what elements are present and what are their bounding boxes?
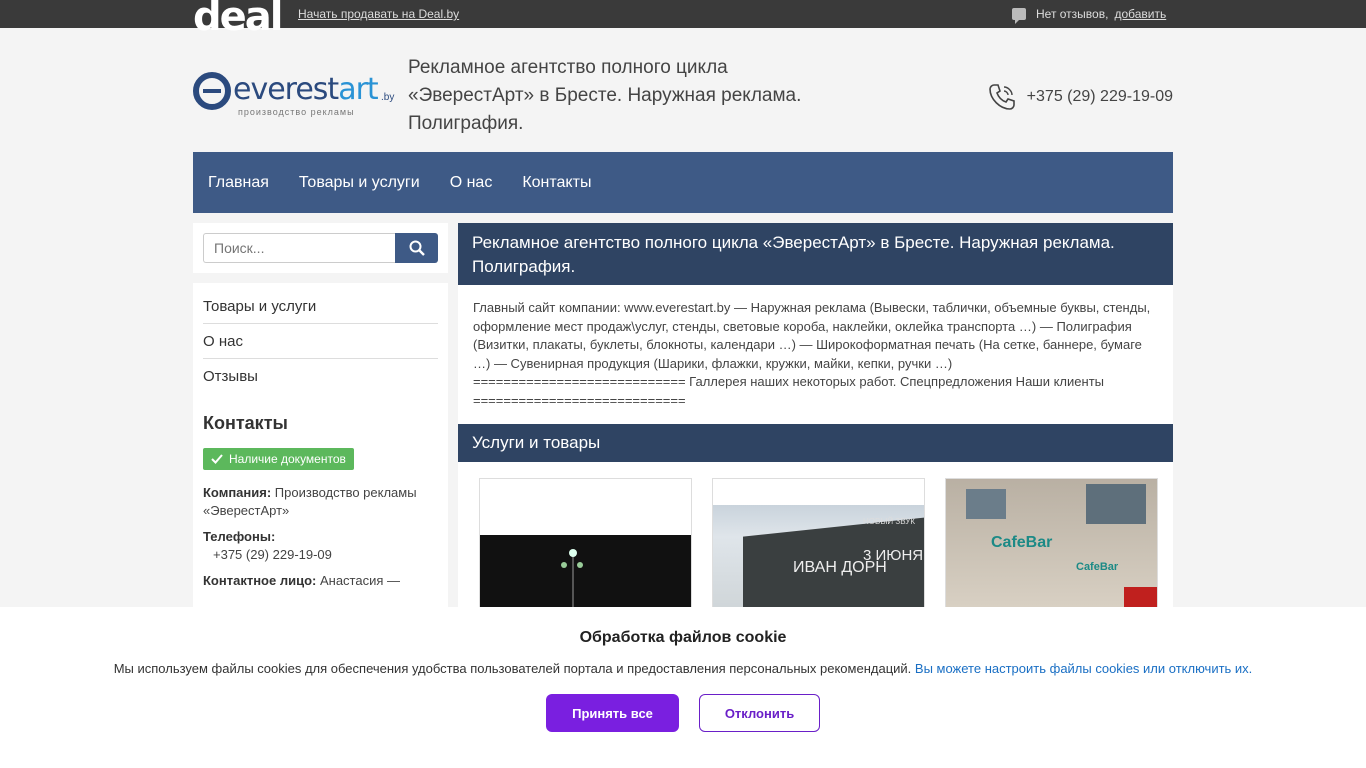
phones-label: Телефоны:: [203, 529, 276, 544]
cookie-buttons: Принять все Отклонить: [0, 694, 1366, 732]
topbar: deal Начать продавать на Deal.by Нет отз…: [0, 0, 1366, 37]
logo-domain: .by: [381, 92, 395, 103]
add-review-link[interactable]: добавить: [1114, 7, 1166, 21]
contact-person-label: Контактное лицо:: [203, 573, 317, 588]
phone-icon: [987, 82, 1017, 112]
search-button[interactable]: [395, 233, 438, 263]
company-description: Главный сайт компании: www.everestart.by…: [458, 285, 1173, 424]
decline-cookies-button[interactable]: Отклонить: [699, 694, 820, 732]
phone-number: +375 (29) 229-19-09: [1026, 88, 1173, 105]
cookie-settings-link[interactable]: Вы можете настроить файлы cookies или от…: [915, 661, 1252, 676]
sidebar-item-reviews[interactable]: Отзывы: [203, 359, 438, 393]
nav-item-contacts[interactable]: Контакты: [522, 174, 591, 192]
sidebar-item-about[interactable]: О нас: [203, 324, 438, 359]
main-nav: Главная Товары и услуги О нас Контакты: [193, 152, 1173, 213]
nav-item-products[interactable]: Товары и услуги: [299, 174, 420, 192]
check-icon: [211, 454, 223, 464]
reviews-text: Нет отзывов,: [1036, 7, 1109, 21]
product-image: CafeBar CafeBar: [946, 479, 1157, 611]
product-image: ИВАН ДОРН НОВЫЙ ЗВУК 3 ИЮНЯ: [713, 505, 924, 611]
site-header: everestart .by производство рекламы Рекл…: [193, 28, 1173, 150]
header-phone[interactable]: +375 (29) 229-19-09: [987, 82, 1173, 112]
deal-logo[interactable]: deal: [193, 0, 283, 37]
sidebar-item-products[interactable]: Товары и услуги: [203, 289, 438, 324]
reviews-info: Нет отзывов, добавить: [1012, 7, 1166, 24]
search-input[interactable]: [203, 233, 395, 263]
cookie-text-wrap: Мы используем файлы cookies для обеспече…: [0, 661, 1366, 676]
comment-icon: [1012, 8, 1026, 24]
company-logo[interactable]: everestart .by производство рекламы: [193, 72, 398, 118]
accept-cookies-button[interactable]: Принять все: [546, 694, 679, 732]
cookie-text: Мы используем файлы cookies для обеспече…: [113, 661, 912, 676]
nav-item-about[interactable]: О нас: [450, 174, 493, 192]
logo-tagline: производство рекламы: [238, 107, 355, 117]
product-image: [480, 535, 691, 611]
product-card[interactable]: CafeBar CafeBar: [945, 478, 1158, 612]
company-info: Компания: Производство рекламы «ЭверестА…: [203, 484, 438, 590]
contact-person-value: Анастасия —: [319, 573, 400, 588]
company-label: Компания:: [203, 485, 272, 500]
start-selling-link[interactable]: Начать продавать на Deal.by: [298, 7, 459, 21]
product-card[interactable]: ИВАН ДОРН НОВЫЙ ЗВУК 3 ИЮНЯ: [712, 478, 925, 612]
sidebar-menu: Товары и услуги О нас Отзывы: [203, 289, 438, 393]
product-card[interactable]: [479, 478, 692, 612]
header-title: Рекламное агентство полного цикла «Эвере…: [408, 57, 802, 134]
logo-e-mark: [193, 72, 231, 110]
page-title: Рекламное агентство полного цикла «Эвере…: [458, 223, 1173, 285]
section-heading: Услуги и товары: [458, 424, 1173, 462]
logo-word: everestart: [233, 72, 379, 107]
search-icon: [409, 240, 425, 256]
cookie-banner: Обработка файлов cookie Мы используем фа…: [0, 607, 1366, 768]
sidebar-phone[interactable]: +375 (29) 229-19-09: [203, 546, 438, 564]
products-grid: ИВАН ДОРН НОВЫЙ ЗВУК 3 ИЮНЯ CafeBar Cafe…: [458, 462, 1173, 612]
documents-badge[interactable]: Наличие документов: [203, 448, 354, 470]
sidebar: Товары и услуги О нас Отзывы Контакты На…: [193, 283, 448, 613]
contacts-heading: Контакты: [203, 413, 288, 433]
nav-item-home[interactable]: Главная: [208, 174, 269, 192]
cookie-title: Обработка файлов cookie: [579, 629, 787, 646]
search-box: [193, 223, 448, 273]
documents-badge-label: Наличие документов: [229, 452, 346, 466]
